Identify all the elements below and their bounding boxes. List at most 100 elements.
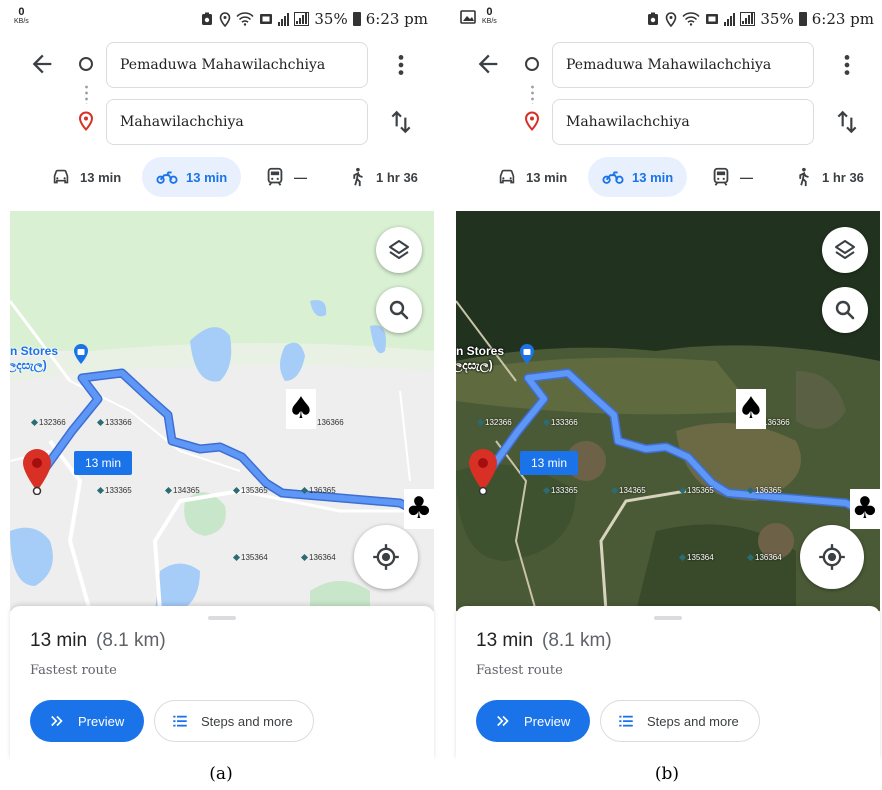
- car-icon: [53, 169, 69, 184]
- battery-percent: 35%: [314, 10, 348, 28]
- grid-label: 132366: [476, 418, 512, 427]
- status-bar: 0 KB/s 35% 6:23 pm: [6, 0, 438, 36]
- grid-label: 135364: [678, 553, 714, 562]
- mode-tab-motorbike[interactable]: 13 min: [588, 157, 688, 197]
- status-bar: 0 KB/s 35% 6:23 pm: [452, 0, 882, 36]
- battery-percent: 35%: [760, 10, 794, 28]
- mode-tab-driving[interactable]: 13 min: [50, 157, 121, 197]
- double-chevron-right-icon: [497, 715, 509, 727]
- drag-handle[interactable]: [208, 616, 236, 620]
- cast-icon: [260, 14, 273, 24]
- mode-tab-walking[interactable]: 1 hr 36: [346, 157, 418, 197]
- search-icon: [835, 300, 855, 320]
- mode-tab-transit[interactable]: —: [710, 157, 753, 197]
- signal-icon-2: [740, 12, 756, 26]
- swap-vert-icon[interactable]: [388, 109, 414, 135]
- cast-icon: [706, 14, 719, 24]
- origin-field[interactable]: Pemaduwa Mahawilachchiya: [106, 42, 368, 88]
- layers-button[interactable]: [376, 227, 422, 273]
- more-vert-icon[interactable]: [388, 52, 414, 78]
- preview-button[interactable]: Preview: [476, 700, 590, 742]
- travel-mode-tabs: 13 min 13 min — 1 hr 36: [6, 157, 438, 197]
- more-vert-icon[interactable]: [834, 52, 860, 78]
- origin-circle-icon: [79, 57, 93, 71]
- my-location-button[interactable]: [354, 525, 418, 589]
- origin-circle-icon: [525, 57, 539, 71]
- mode-tab-driving[interactable]: 13 min: [496, 157, 567, 197]
- grid-label: 132366: [30, 418, 66, 427]
- steps-and-more-button[interactable]: Steps and more: [600, 700, 760, 742]
- route-subtitle: Fastest route: [476, 663, 563, 678]
- shopping-bag-icon[interactable]: [516, 343, 538, 365]
- wifi-icon: [682, 12, 700, 26]
- preview-button[interactable]: Preview: [30, 700, 144, 742]
- club-marker: ♣: [404, 489, 434, 529]
- origin-field[interactable]: Pemaduwa Mahawilachchiya: [552, 42, 814, 88]
- route-distance: (8.1 km): [542, 630, 612, 651]
- destination-row: Mahawilachchiya: [452, 99, 882, 145]
- poi-store-label[interactable]: ron Stores ළලදසැල): [10, 344, 58, 372]
- grid-label: 134365: [164, 486, 200, 495]
- layers-button[interactable]: [822, 227, 868, 273]
- steps-and-more-button[interactable]: Steps and more: [154, 700, 314, 742]
- search-icon: [389, 300, 409, 320]
- grid-label: 136365: [300, 486, 336, 495]
- my-location-button[interactable]: [800, 525, 864, 589]
- destination-pin-icon: [524, 111, 540, 131]
- double-chevron-right-icon: [51, 715, 63, 727]
- shopping-bag-icon[interactable]: [70, 343, 92, 365]
- route-summary-sheet[interactable]: 13 min (8.1 km) Fastest route Preview St…: [10, 606, 434, 760]
- signal-icon: [724, 12, 736, 26]
- signal-icon: [278, 12, 290, 26]
- mode-tab-transit[interactable]: —: [264, 157, 307, 197]
- layers-icon: [389, 240, 409, 259]
- route-duration: 13 min: [30, 630, 88, 651]
- destination-field[interactable]: Mahawilachchiya: [552, 99, 814, 145]
- screen-default-map: 0 KB/s 35% 6:23 pm Pemaduwa Mahawilachch…: [6, 0, 438, 760]
- clock: 6:23 pm: [811, 10, 874, 28]
- my-location-icon: [819, 544, 845, 570]
- route-duration-chip[interactable]: 13 min: [74, 451, 132, 475]
- clock: 6:23 pm: [365, 10, 428, 28]
- destination-map-pin-icon[interactable]: [20, 447, 54, 495]
- battery-saver-icon: [202, 12, 213, 25]
- mode-tab-motorbike[interactable]: 13 min: [142, 157, 242, 197]
- walk-icon: [353, 167, 363, 187]
- network-speed: 0 KB/s: [482, 6, 497, 26]
- search-along-route-button[interactable]: [822, 287, 868, 333]
- club-marker: ♣: [850, 489, 880, 529]
- arrow-back-icon[interactable]: [474, 50, 502, 78]
- drag-handle[interactable]: [654, 616, 682, 620]
- search-along-route-button[interactable]: [376, 287, 422, 333]
- route-duration: 13 min: [476, 630, 534, 651]
- arrow-back-icon[interactable]: [28, 50, 56, 78]
- destination-map-pin-icon[interactable]: [466, 447, 500, 495]
- location-icon: [666, 11, 677, 27]
- battery-saver-icon: [648, 12, 659, 25]
- grid-label: 133366: [542, 418, 578, 427]
- swap-vert-icon[interactable]: [834, 109, 860, 135]
- origin-row: Pemaduwa Mahawilachchiya: [452, 42, 882, 88]
- grid-label: 135365: [232, 486, 268, 495]
- location-icon: [220, 11, 231, 27]
- walk-icon: [799, 167, 809, 187]
- car-icon: [499, 169, 515, 184]
- list-icon: [173, 715, 187, 727]
- grid-label: 133365: [96, 486, 132, 495]
- battery-icon: [798, 12, 807, 26]
- destination-field[interactable]: Mahawilachchiya: [106, 99, 368, 145]
- route-summary-sheet[interactable]: 13 min (8.1 km) Fastest route Preview St…: [456, 606, 880, 760]
- poi-store-label[interactable]: ron Stores ළලදසැල): [456, 344, 504, 372]
- image-notification-icon: [460, 10, 476, 24]
- grid-label: 136365: [746, 486, 782, 495]
- destination-pin-icon: [78, 111, 94, 131]
- destination-row: Mahawilachchiya: [6, 99, 438, 145]
- route-duration-chip[interactable]: 13 min: [520, 451, 578, 475]
- mode-tab-walking[interactable]: 1 hr 36: [792, 157, 864, 197]
- map-view[interactable]: ron Stores ළලදසැල) 132366 133366 136366 …: [10, 211, 434, 611]
- grid-label: 135364: [232, 553, 268, 562]
- grid-label: 135365: [678, 486, 714, 495]
- grid-label: 133366: [96, 418, 132, 427]
- map-view-satellite[interactable]: ron Stores ළලදසැල) 132366 133366 136366 …: [456, 211, 880, 611]
- panel-caption-a: (a): [209, 764, 233, 784]
